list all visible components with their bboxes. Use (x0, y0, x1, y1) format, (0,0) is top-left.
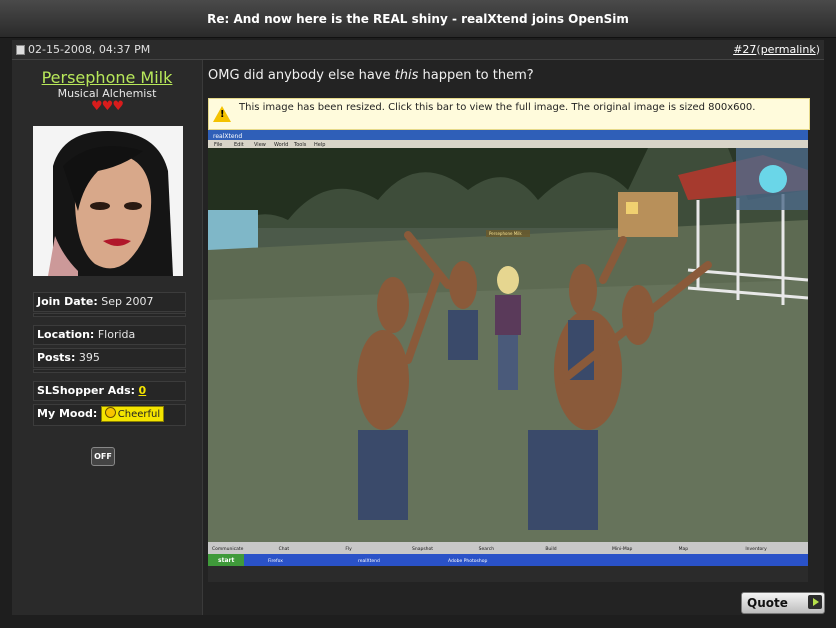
posts-value: 395 (78, 351, 100, 364)
screenshot-toolbar-button: Search (479, 546, 495, 552)
post-links: #27(permalink) (733, 43, 820, 56)
screenshot-menu-item: Tools (293, 142, 307, 148)
arrow-right-icon (808, 595, 822, 609)
location-box: Location: Florida (33, 325, 186, 345)
screenshot-toolbar-button: Snapshot (412, 546, 433, 552)
avatar (33, 126, 183, 276)
image-resize-notice[interactable]: ! This image has been resized. Click thi… (208, 98, 810, 130)
attached-screenshot[interactable]: realXtend File Edit View World Tools Help P (208, 130, 808, 582)
ads-box: SLShopper Ads: 0 (33, 381, 186, 401)
join-date-label: Join Date: (37, 295, 98, 308)
screenshot-window-title: realXtend (213, 133, 242, 140)
smiley-icon (104, 407, 116, 418)
username-link[interactable]: Persephone Milk (12, 68, 202, 87)
reputation-hearts: ♥♥♥ (91, 99, 124, 114)
quote-button[interactable]: Quote (741, 592, 825, 614)
thread-title: Re: And now here is the REAL shiny - rea… (207, 11, 629, 26)
posts-label: Posts: (37, 351, 76, 364)
online-status-button[interactable]: OFF (91, 447, 115, 466)
mood-badge: Cheerful (100, 406, 165, 422)
info-divider-2 (33, 369, 186, 373)
mood-box: My Mood: Cheerful (33, 404, 186, 426)
permalink-close-paren: ) (815, 43, 820, 56)
post-message: OMG did anybody else have this happen to… (208, 68, 534, 83)
post-icon (16, 45, 25, 55)
screenshot-taskbar-item: Firefox (268, 558, 283, 564)
join-date-value: Sep 2007 (101, 295, 154, 308)
message-text-start: OMG did anybody else have (208, 68, 395, 83)
location-label: Location: (37, 328, 95, 341)
resize-notice-text: This image has been resized. Click this … (239, 102, 756, 113)
post-number-link[interactable]: #27 (733, 43, 756, 56)
message-emphasis: this (394, 68, 419, 83)
ads-label: SLShopper Ads: (37, 384, 136, 397)
location-value: Florida (97, 328, 136, 341)
screenshot-toolbar-button: Fly (345, 546, 352, 552)
screenshot-image: realXtend File Edit View World Tools Help P (208, 130, 808, 582)
screenshot-menu-item: Edit (234, 142, 244, 148)
mood-value: Cheerful (117, 409, 161, 420)
quote-button-label: Quote (747, 596, 788, 610)
info-divider (33, 313, 186, 317)
join-date-box: Join Date: Sep 2007 (33, 292, 186, 312)
mood-label: My Mood: (37, 407, 98, 420)
screenshot-menu-item: World (274, 142, 288, 148)
post-content: OMG did anybody else have this happen to… (203, 60, 825, 615)
screenshot-toolbar-button: Mini-Map (612, 546, 632, 552)
post-meta-bar: 02-15-2008, 04:37 PM #27(permalink) (12, 40, 824, 60)
avatar-image (33, 126, 183, 276)
permalink-link[interactable]: permalink (761, 43, 816, 56)
post-date: 02-15-2008, 04:37 PM (28, 43, 151, 56)
screenshot-toolbar-button: Build (545, 546, 556, 552)
thread-title-bar: Re: And now here is the REAL shiny - rea… (0, 0, 836, 38)
screenshot-menu-item: View (254, 142, 266, 148)
screenshot-taskbar-item: realXtend (358, 558, 380, 564)
user-sidebar: Persephone Milk Musical Alchemist ♥♥♥ Jo… (12, 60, 203, 615)
screenshot-menu-item: Help (314, 142, 325, 148)
message-text-end: happen to them? (418, 68, 534, 83)
screenshot-menu-item: File (214, 142, 222, 148)
posts-box: Posts: 395 (33, 348, 186, 368)
screenshot-toolbar-button: Communicate (212, 546, 244, 552)
screenshot-toolbar-button: Map (679, 546, 689, 552)
ads-link[interactable]: 0 (139, 384, 147, 397)
taskbar-start-button: start (218, 557, 234, 564)
screenshot-toolbar-button: Chat (279, 546, 290, 552)
avatar-name-tag: Persephone Milk (489, 231, 522, 236)
warning-mark: ! (220, 109, 225, 120)
screenshot-taskbar-item: Adobe Photoshop (448, 558, 487, 564)
screenshot-toolbar-button: Inventory (745, 546, 767, 552)
